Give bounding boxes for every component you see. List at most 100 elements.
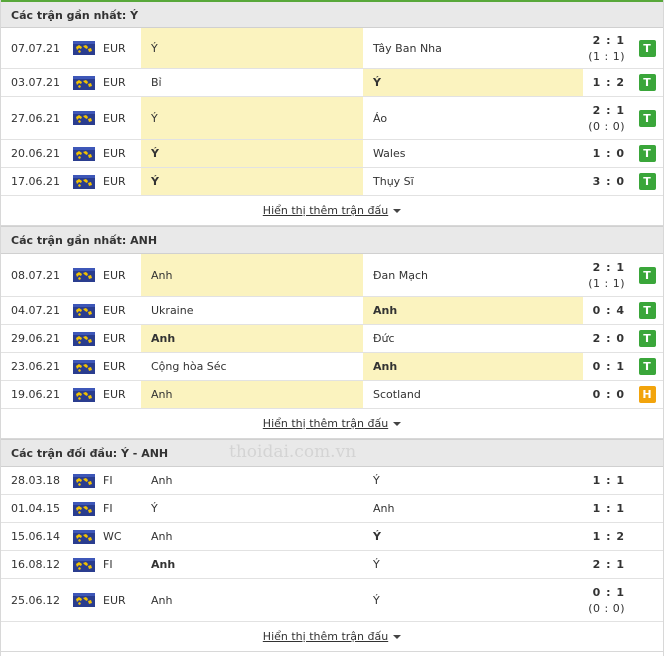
score[interactable]: 2 : 1 (1 : 1): [583, 28, 625, 68]
competition-name[interactable]: WC: [103, 523, 139, 550]
competition-name[interactable]: EUR: [103, 140, 139, 167]
show-more-link[interactable]: Hiển thị thêm trận đấu: [263, 417, 388, 430]
home-team[interactable]: Ukraine: [141, 297, 363, 324]
match-row[interactable]: 03.07.21 EUR Bỉ Ý 1 : 2 T: [1, 69, 663, 97]
result-cell: [637, 523, 657, 550]
caret-down-icon[interactable]: [393, 208, 402, 213]
score[interactable]: 0 : 4: [583, 297, 625, 324]
show-more-link[interactable]: Hiển thị thêm trận đấu: [263, 630, 388, 643]
score[interactable]: 1 : 0: [583, 140, 625, 167]
full-time-score: 0 : 0: [592, 388, 625, 401]
away-team[interactable]: Ý: [363, 69, 583, 96]
competition-flag-icon: [71, 97, 97, 139]
competition-flag-icon: [71, 381, 97, 408]
score[interactable]: 2 : 1: [583, 551, 625, 578]
home-team[interactable]: Ý: [141, 28, 363, 68]
match-date: 07.07.21: [11, 41, 60, 55]
score[interactable]: 0 : 1 (0 : 0): [583, 579, 625, 621]
match-date: 16.08.12: [11, 558, 60, 571]
match-row[interactable]: 16.08.12 FI Anh Ý 2 : 1: [1, 551, 663, 579]
competition-name[interactable]: FI: [103, 467, 139, 494]
match-date: 01.04.15: [11, 502, 60, 515]
home-team[interactable]: Cộng hòa Séc: [141, 353, 363, 380]
away-team[interactable]: Ý: [363, 467, 583, 494]
score[interactable]: 1 : 2: [583, 523, 625, 550]
away-team[interactable]: Anh: [363, 495, 583, 522]
away-team[interactable]: Ý: [363, 523, 583, 550]
home-team[interactable]: Anh: [141, 254, 363, 296]
match-row[interactable]: 15.06.14 WC Anh Ý 1 : 2: [1, 523, 663, 551]
home-team[interactable]: Ý: [141, 168, 363, 195]
caret-down-icon[interactable]: [393, 634, 402, 639]
competition-name[interactable]: EUR: [103, 168, 139, 195]
score[interactable]: 1 : 1: [583, 467, 625, 494]
score[interactable]: 1 : 2: [583, 69, 625, 96]
home-team[interactable]: Anh: [141, 551, 363, 578]
caret-down-icon[interactable]: [393, 421, 402, 426]
result-cell: T: [637, 254, 657, 296]
competition-name[interactable]: FI: [103, 495, 139, 522]
home-team[interactable]: Anh: [141, 523, 363, 550]
competition-flag-icon: [71, 467, 97, 494]
away-team[interactable]: Áo: [363, 97, 583, 139]
away-team[interactable]: Scotland: [363, 381, 583, 408]
score[interactable]: 0 : 1: [583, 353, 625, 380]
match-row[interactable]: 20.06.21 EUR Ý Wales 1 : 0 T: [1, 140, 663, 168]
home-team[interactable]: Anh: [141, 381, 363, 408]
away-team[interactable]: Tây Ban Nha: [363, 28, 583, 68]
match-date: 04.07.21: [11, 304, 60, 317]
away-team[interactable]: Anh: [363, 353, 583, 380]
match-row[interactable]: 08.07.21 EUR Anh Đan Mạch 2 : 1 (1 : 1) T: [1, 254, 663, 297]
match-row[interactable]: 19.06.21 EUR Anh Scotland 0 : 0 H: [1, 381, 663, 409]
match-row[interactable]: 17.06.21 EUR Ý Thụy Sĩ 3 : 0 T: [1, 168, 663, 196]
competition-name[interactable]: EUR: [103, 97, 139, 139]
match-row[interactable]: 01.04.15 FI Ý Anh 1 : 1: [1, 495, 663, 523]
score[interactable]: 1 : 1: [583, 495, 625, 522]
competition-name[interactable]: EUR: [103, 353, 139, 380]
competition-name[interactable]: EUR: [103, 325, 139, 352]
competition-name[interactable]: EUR: [103, 69, 139, 96]
match-row[interactable]: 07.07.21 EUR Ý Tây Ban Nha 2 : 1 (1 : 1) T: [1, 28, 663, 69]
away-team[interactable]: Anh: [363, 297, 583, 324]
home-team[interactable]: Anh: [141, 579, 363, 621]
full-time-score: 2 : 1: [592, 103, 625, 117]
match-row[interactable]: 23.06.21 EUR Cộng hòa Séc Anh 0 : 1 T: [1, 353, 663, 381]
competition-flag-icon: [71, 28, 97, 68]
full-time-score: 3 : 0: [592, 175, 625, 188]
away-team[interactable]: Thụy Sĩ: [363, 168, 583, 195]
match-row[interactable]: 29.06.21 EUR Anh Đức 2 : 0 T: [1, 325, 663, 353]
home-team[interactable]: Ý: [141, 140, 363, 167]
competition-name[interactable]: FI: [103, 551, 139, 578]
away-team[interactable]: Wales: [363, 140, 583, 167]
match-row[interactable]: 25.06.12 EUR Anh Ý 0 : 1 (0 : 0): [1, 579, 663, 622]
competition-flag-icon: [71, 551, 97, 578]
competition-name[interactable]: EUR: [103, 381, 139, 408]
home-team[interactable]: Ý: [141, 495, 363, 522]
show-more-link[interactable]: Hiển thị thêm trận đấu: [263, 204, 388, 217]
competition-name[interactable]: EUR: [103, 254, 139, 296]
away-team[interactable]: Đan Mạch: [363, 254, 583, 296]
home-team[interactable]: Ý: [141, 97, 363, 139]
result-badge: T: [638, 173, 656, 190]
home-team[interactable]: Anh: [141, 325, 363, 352]
match-row[interactable]: 27.06.21 EUR Ý Áo 2 : 1 (0 : 0) T: [1, 97, 663, 140]
full-time-score: 2 : 1: [592, 260, 625, 274]
home-team[interactable]: Anh: [141, 467, 363, 494]
competition-name[interactable]: EUR: [103, 297, 139, 324]
score[interactable]: 3 : 0: [583, 168, 625, 195]
home-team[interactable]: Bỉ: [141, 69, 363, 96]
competition-name[interactable]: EUR: [103, 579, 139, 621]
show-more-row: Hiển thị thêm trận đấu: [1, 409, 663, 439]
full-time-score: 1 : 1: [592, 474, 625, 487]
away-team[interactable]: Đức: [363, 325, 583, 352]
score[interactable]: 2 : 1 (0 : 0): [583, 97, 625, 139]
away-team[interactable]: Ý: [363, 579, 583, 621]
match-row[interactable]: 04.07.21 EUR Ukraine Anh 0 : 4 T: [1, 297, 663, 325]
score[interactable]: 2 : 0: [583, 325, 625, 352]
score[interactable]: 2 : 1 (1 : 1): [583, 254, 625, 296]
score[interactable]: 0 : 0: [583, 381, 625, 408]
result-cell: T: [637, 140, 657, 167]
competition-name[interactable]: EUR: [103, 28, 139, 68]
away-team[interactable]: Ý: [363, 551, 583, 578]
match-row[interactable]: 28.03.18 FI Anh Ý 1 : 1: [1, 467, 663, 495]
